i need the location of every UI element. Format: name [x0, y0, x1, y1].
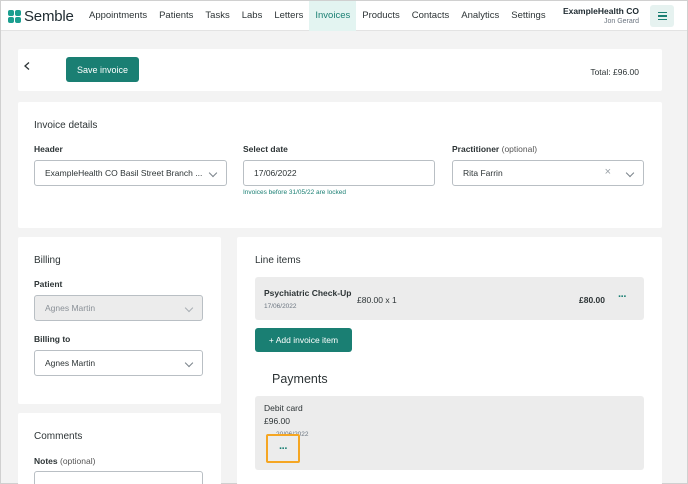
date-input-value: 17/06/2022: [254, 168, 297, 178]
chevron-down-icon: [184, 303, 194, 313]
line-item-price: £80.00: [579, 295, 605, 305]
user-name: Jon Gerard: [603, 18, 639, 25]
chevron-left-icon[interactable]: [23, 62, 31, 70]
nav-item-letters[interactable]: Letters: [268, 1, 309, 31]
line-item-row: Psychiatric Check-Up 17/06/2022 £80.00 x…: [255, 277, 644, 320]
nav-item-contacts[interactable]: Contacts: [406, 1, 456, 31]
date-lock-hint: Invoices before 31/05/22 are locked: [243, 189, 346, 196]
semble-logo-icon: [8, 10, 21, 23]
billing-to-select[interactable]: Agnes Martin: [34, 350, 203, 376]
line-item-quantity: £80.00 x 1: [357, 295, 397, 305]
billing-to-label: Billing to: [34, 334, 71, 344]
payment-row: Debit card £96.00 20/06/2022 ···: [255, 396, 644, 470]
chevron-down-icon: [625, 168, 635, 178]
nav-item-invoices[interactable]: Invoices: [309, 1, 357, 31]
nav-item-appointments[interactable]: Appointments: [83, 1, 153, 31]
nav-item-tasks[interactable]: Tasks: [199, 1, 235, 31]
invoice-details-title: Invoice details: [34, 120, 98, 131]
org-switcher[interactable]: ExampleHealth CO Jon Gerard: [563, 6, 639, 25]
practitioner-select-value: Rita Farrin: [463, 168, 503, 178]
header-select-value: ExampleHealth CO Basil Street Branch ...: [45, 168, 203, 178]
notes-textarea[interactable]: [34, 471, 203, 484]
payment-method: Debit card: [264, 403, 303, 413]
chevron-down-icon: [208, 168, 218, 178]
optional-text: (optional): [501, 144, 538, 154]
header-select[interactable]: ExampleHealth CO Basil Street Branch ...: [34, 160, 227, 186]
more-options-icon[interactable]: ···: [618, 291, 627, 303]
nav-item-labs[interactable]: Labs: [236, 1, 269, 31]
line-item-date: 17/06/2022: [264, 303, 297, 310]
comments-title: Comments: [34, 431, 83, 442]
practitioner-label-text: Practitioner: [452, 144, 500, 154]
brand-name: Semble: [24, 8, 74, 25]
save-invoice-button[interactable]: Save invoice: [66, 57, 139, 82]
invoice-total: Total: £96.00: [590, 67, 639, 77]
chevron-down-icon: [184, 358, 194, 368]
header-label: Header: [34, 144, 63, 154]
payments-title: Payments: [272, 372, 328, 386]
org-name: ExampleHealth CO: [562, 6, 639, 16]
billing-title: Billing: [34, 255, 61, 266]
optional-text: (optional): [60, 456, 96, 466]
add-invoice-item-button[interactable]: + Add invoice item: [255, 328, 352, 352]
nav-item-patients[interactable]: Patients: [153, 1, 199, 31]
notes-label-text: Notes: [34, 456, 58, 466]
hamburger-icon[interactable]: [650, 5, 674, 27]
practitioner-label: Practitioner (optional): [452, 144, 537, 154]
practitioner-select[interactable]: Rita Farrin ×: [452, 160, 644, 186]
top-navbar: Semble Appointments Patients Tasks Labs …: [1, 1, 687, 31]
date-input[interactable]: 17/06/2022: [243, 160, 435, 186]
payment-amount: £96.00: [264, 416, 290, 426]
nav-item-analytics[interactable]: Analytics: [455, 1, 505, 31]
more-options-icon[interactable]: ···: [266, 434, 300, 463]
nav-item-settings[interactable]: Settings: [505, 1, 551, 31]
patient-select-value: Agnes Martin: [45, 303, 96, 313]
semble-logo[interactable]: Semble: [8, 8, 74, 25]
patient-label: Patient: [34, 279, 63, 289]
line-items-title: Line items: [255, 255, 301, 266]
patient-select: Agnes Martin: [34, 295, 203, 321]
notes-label: Notes (optional): [34, 456, 95, 466]
line-item-name: Psychiatric Check-Up: [264, 288, 352, 298]
clear-icon[interactable]: ×: [605, 166, 611, 178]
billing-to-select-value: Agnes Martin: [45, 358, 96, 368]
main-nav: Appointments Patients Tasks Labs Letters…: [83, 1, 552, 31]
select-date-label: Select date: [243, 144, 288, 154]
nav-item-products[interactable]: Products: [356, 1, 406, 31]
